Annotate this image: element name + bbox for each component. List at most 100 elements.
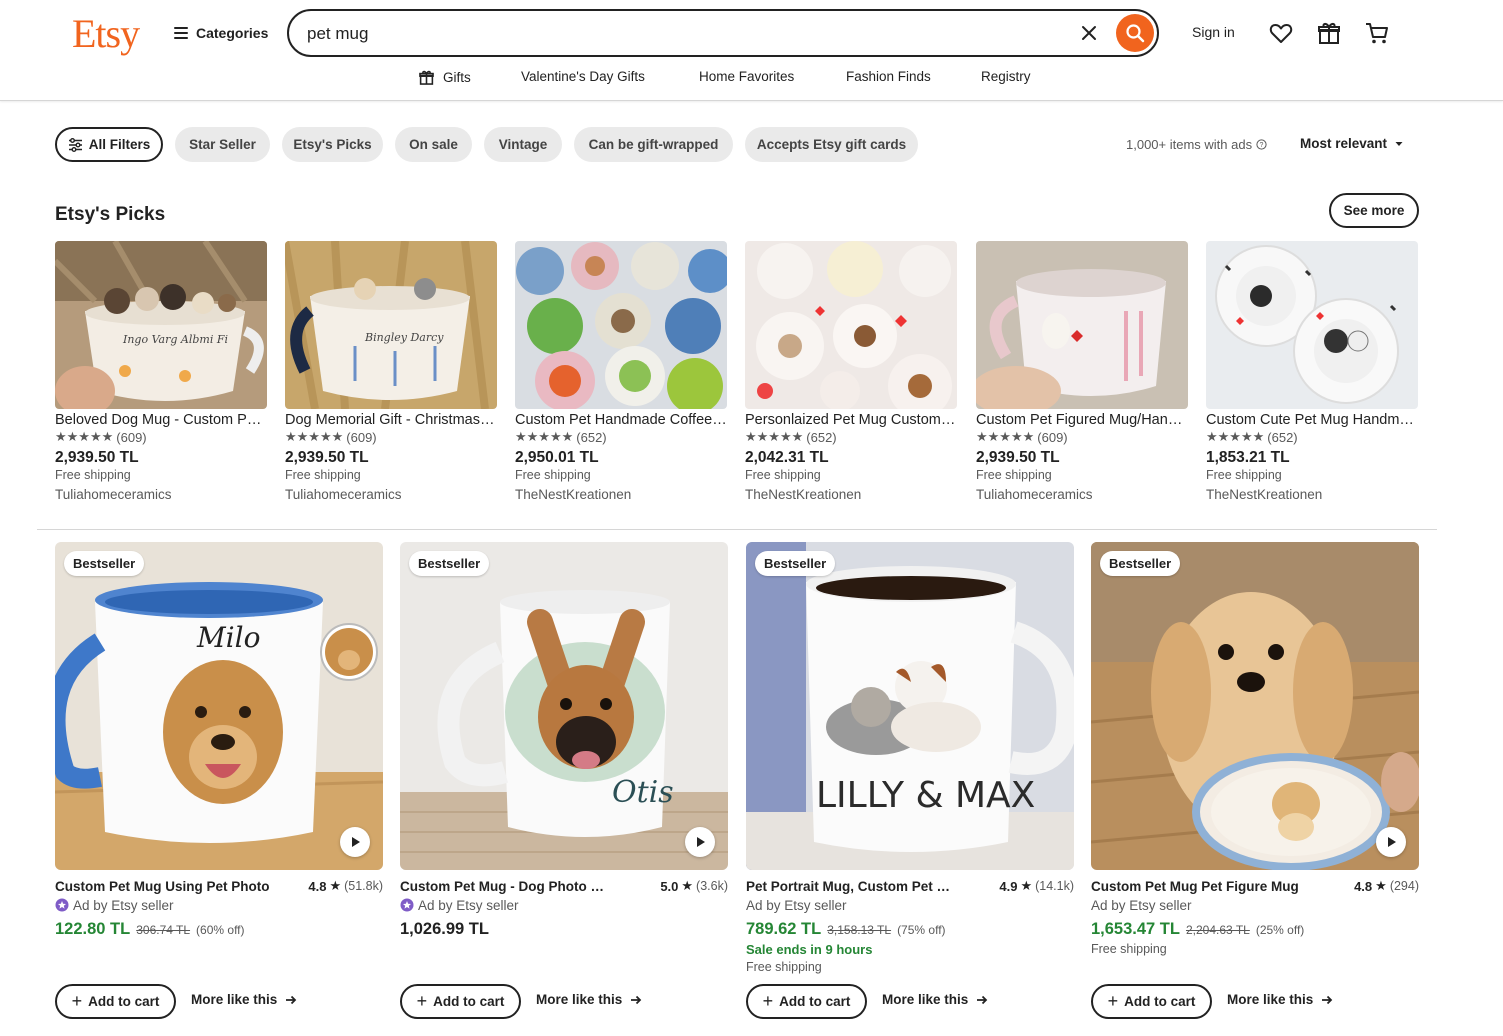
pick-title[interactable]: Personlaized Pet Mug Custom Dog [745,412,957,428]
arrow-right-icon [286,995,297,1004]
categories-button[interactable]: Categories [174,22,268,44]
pick-card[interactable]: Ingo Varg Albmi Fi Beloved Dog Mug - Cus… [55,241,267,502]
pick-title[interactable]: Beloved Dog Mug - Custom Pet Mug [55,412,267,428]
subnav-fashion-finds[interactable]: Fashion Finds [846,69,931,84]
subnav-registry[interactable]: Registry [981,69,1031,84]
add-to-cart-button[interactable]: + Add to cart [55,984,176,1019]
listing-title[interactable]: Custom Pet Mug - Dog Photo Mug [400,879,615,894]
add-to-cart-button[interactable]: + Add to cart [746,984,867,1019]
pick-card[interactable]: Personlaized Pet Mug Custom Dog ★★★★★ (65… [745,241,957,502]
filter-on-sale[interactable]: On sale [395,127,472,162]
listing-title[interactable]: Custom Pet Mug Pet Figure Mug [1091,879,1306,894]
filter-star-seller[interactable]: Star Seller [175,127,270,162]
listing-price: 1,653.47 TL [1091,920,1180,938]
pick-card[interactable]: Custom Cute Pet Mug Handmade ★★★★★ (652) … [1206,241,1418,502]
pick-shop[interactable]: Tuliahomeceramics [55,487,267,502]
five-stars-icon: ★★★★★ [515,429,574,444]
listing-original-price: 2,204.63 TL [1185,923,1250,937]
add-to-cart-button[interactable]: + Add to cart [400,984,521,1019]
sale-countdown: Sale ends in 9 hours [746,942,873,957]
review-count: (51.8k) [344,879,383,893]
pick-title[interactable]: Dog Memorial Gift - Christmas Gift [285,412,497,428]
sort-dropdown[interactable]: Most relevant [1300,136,1403,151]
pick-title[interactable]: Custom Pet Figured Mug/Handmade [976,412,1188,428]
more-like-this-link[interactable]: More like this [191,992,297,1007]
gift-icon[interactable] [1316,20,1342,46]
bestseller-badge: Bestseller [755,551,836,576]
review-count: (294) [1389,879,1419,893]
subnav-valentines[interactable]: Valentine's Day Gifts [521,69,645,84]
more-like-this-link[interactable]: More like this [536,992,642,1007]
svg-text:?: ? [1260,142,1264,149]
picks-section-title: Etsy's Picks [55,204,166,225]
pick-image[interactable] [745,241,957,409]
play-video-button[interactable] [685,827,715,857]
bestseller-badge: Bestseller [409,551,490,576]
pick-shop[interactable]: TheNestKreationen [1206,487,1418,502]
pick-rating: ★★★★★ (652) [515,428,727,446]
pick-card[interactable]: Custom Pet Figured Mug/Handmade ★★★★★(60… [976,241,1188,502]
more-like-this-link[interactable]: More like this [1227,992,1333,1007]
star-icon: ★ [681,878,694,893]
pick-image[interactable] [1206,241,1418,409]
filter-vintage[interactable]: Vintage [484,127,562,162]
add-to-cart-button[interactable]: + Add to cart [1091,984,1212,1019]
pick-shop[interactable]: TheNestKreationen [745,487,957,502]
see-more-button[interactable]: See more [1329,193,1419,228]
gift-icon [419,70,434,85]
pick-rating: ★★★★★ (652) [745,428,957,446]
search-button[interactable] [1116,14,1154,52]
listing-title[interactable]: Pet Portrait Mug, Custom Pet Mug [746,879,961,894]
subnav-gifts[interactable]: Gifts [418,69,471,86]
close-icon[interactable] [1078,22,1100,44]
pick-image[interactable] [515,241,727,409]
pick-card[interactable]: Custom Pet Handmade Coffee Mug ★★★★★ (652… [515,241,727,502]
search-input[interactable] [307,22,1047,46]
listing-original-price: 3,158.13 TL [827,923,892,937]
listing-shipping: Free shipping [746,960,822,974]
pick-reviews: (609) [116,429,147,445]
pick-shop[interactable]: TheNestKreationen [515,487,727,502]
categories-label: Categories [196,25,269,41]
pick-image[interactable] [976,241,1188,409]
subnav-home-favorites[interactable]: Home Favorites [699,69,794,84]
pick-shop[interactable]: Tuliahomeceramics [976,487,1188,502]
five-stars-icon: ★★★★★ [1206,429,1265,444]
pick-image[interactable]: Bingley Darcy [285,241,497,409]
all-filters-button[interactable]: All Filters [55,127,163,162]
listing-image[interactable]: Bestseller [1091,542,1419,870]
sign-in-link[interactable]: Sign in [1192,24,1235,40]
filter-gift-wrapped[interactable]: Can be gift-wrapped [574,127,733,162]
listing-image[interactable]: Otis Bestseller [400,542,728,870]
play-video-button[interactable] [340,827,370,857]
listing-image[interactable]: Milo Bestseller [55,542,383,870]
search-bar [287,9,1159,57]
filter-etsys-picks[interactable]: Etsy's Picks [282,127,383,162]
svg-text:Ingo Varg Albmi Fi: Ingo Varg Albmi Fi [122,333,228,346]
plus-icon: + [762,991,774,1011]
listing-card[interactable]: LILLY & MAX Bestseller Pet Portrait Mug,… [746,542,1074,974]
etsy-logo[interactable]: Etsy [72,10,140,57]
pick-shop[interactable]: Tuliahomeceramics [285,487,497,502]
pick-reviews: (609) [346,429,377,445]
mug-name-text: Milo [196,621,260,654]
listing-card[interactable]: Bestseller Custom Pet Mug Pet Figure Mug… [1091,542,1419,956]
pick-image[interactable]: Ingo Varg Albmi Fi [55,241,267,409]
heart-icon[interactable] [1268,20,1294,46]
listing-rating: 4.8 ★ (51.8k) [308,878,383,894]
listing-title[interactable]: Custom Pet Mug Using Pet Photo [55,879,270,894]
pick-title[interactable]: Custom Cute Pet Mug Handmade [1206,412,1418,428]
listing-card[interactable]: Otis Bestseller Custom Pet Mug - Dog Pho… [400,542,728,939]
pick-card[interactable]: Bingley Darcy Dog Memorial Gift - Christ… [285,241,497,502]
pick-title[interactable]: Custom Pet Handmade Coffee Mug [515,412,727,428]
cart-icon[interactable] [1364,20,1390,46]
listing-rating: 5.0 ★ (3.6k) [660,878,728,894]
play-video-button[interactable] [1376,827,1406,857]
more-like-this-link[interactable]: More like this [882,992,988,1007]
listing-rating: 4.9 ★ (14.1k) [999,878,1074,894]
listing-card[interactable]: Milo Bestseller Custom Pet Mug Using Pet… [55,542,383,939]
play-icon [352,837,360,847]
filter-gift-cards[interactable]: Accepts Etsy gift cards [745,127,918,162]
listing-image[interactable]: LILLY & MAX Bestseller [746,542,1074,870]
help-icon[interactable]: ? [1256,139,1267,150]
